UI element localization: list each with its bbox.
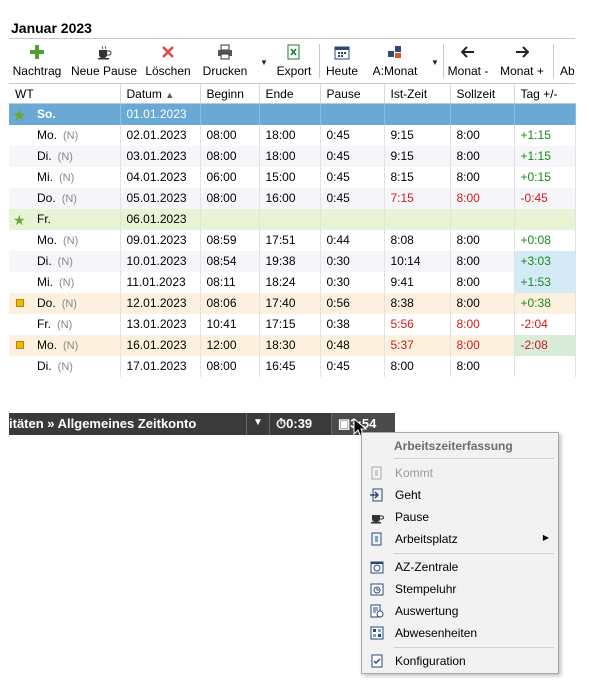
menu-separator xyxy=(394,458,554,459)
heute-button[interactable]: Heute xyxy=(324,42,360,80)
chevron-down-icon: ▼ xyxy=(253,417,263,428)
table-row[interactable]: Di. (N) 03.01.2023 08:00 18:00 0:45 9:15 8:00 +… xyxy=(9,145,576,167)
az-zentrale-icon xyxy=(369,559,385,575)
table-row[interactable]: Mo. (N) 09.01.2023 08:59 17:51 0:44 8:08 8:00 +… xyxy=(9,229,576,251)
menu-item-kommt: Kommt xyxy=(363,462,557,484)
menu-header: Arbeitszeiterfassung xyxy=(394,439,513,453)
door-exit-icon xyxy=(369,487,385,503)
loeschen-button[interactable]: Löschen xyxy=(142,42,194,80)
menu-item-pause[interactable]: Pause xyxy=(363,506,557,528)
table-header: WT Datum ▲ Beginn Ende Pause Ist-Zeit So… xyxy=(9,83,575,104)
context-menu: Arbeitszeiterfassung Kommt Geht Pause Ar… xyxy=(361,432,559,674)
nachtrag-label: Nachtrag xyxy=(12,64,62,78)
column-header-ende[interactable]: Ende xyxy=(259,83,321,104)
toolbar: Nachtrag Neue Pause Löschen Drucken ▼ Ex xyxy=(8,42,589,80)
menu-separator xyxy=(394,553,554,554)
column-header-pause[interactable]: Pause xyxy=(320,83,385,104)
neue-pause-label: Neue Pause xyxy=(70,64,138,78)
coffee-cup-icon xyxy=(96,42,112,62)
note-marker-icon xyxy=(16,298,24,307)
amonat-button[interactable]: A:Monat xyxy=(370,42,420,80)
table-row[interactable]: Di. (N) 17.01.2023 08:00 16:45 0:45 8:00 8:00 xyxy=(9,355,576,377)
table-row[interactable]: Mo. (N) 02.01.2023 08:00 18:00 0:45 9:15 8:00 +… xyxy=(9,124,576,146)
amonat-dropdown-arrow-icon[interactable]: ▼ xyxy=(431,58,439,67)
table-row[interactable]: Mi. (N) 11.01.2023 08:11 18:24 0:30 9:41 8:00 +… xyxy=(9,271,576,293)
arrow-left-icon xyxy=(461,42,475,62)
report-icon xyxy=(369,603,385,619)
stopwatch-icon: ⏱ xyxy=(276,416,287,431)
menu-item-az-zentrale[interactable]: AZ-Zentrale xyxy=(363,556,557,578)
excel-export-icon xyxy=(286,42,302,62)
holiday-star-icon: ★ xyxy=(13,107,26,123)
amonat-label: A:Monat xyxy=(372,64,418,78)
monat-plus-button[interactable]: Monat + xyxy=(498,42,546,80)
tray-bar: itäten » Allgemeines Zeitkonto ▼ ⏱0:39 ▣… xyxy=(9,413,395,435)
title-divider xyxy=(9,38,575,39)
sort-ascending-icon: ▲ xyxy=(165,89,175,100)
table-row[interactable]: Di. (N) 10.01.2023 08:54 19:38 0:30 10:14 8:00… xyxy=(9,250,576,272)
loeschen-label: Löschen xyxy=(145,64,191,78)
neue-pause-button[interactable]: Neue Pause xyxy=(70,42,138,80)
time-clock-icon xyxy=(369,581,385,597)
tray-dropdown-button[interactable]: ▼ xyxy=(246,413,268,435)
drucken-dropdown-arrow-icon[interactable]: ▼ xyxy=(260,58,268,67)
column-header-wt[interactable]: WT xyxy=(9,83,121,104)
calendar-icon xyxy=(334,42,350,62)
settings-checklist-icon xyxy=(369,653,385,669)
holiday-star-icon: ★ xyxy=(13,211,26,228)
table-row[interactable]: ★ Fr. 06.01.2023 xyxy=(9,208,576,230)
calendar-window: Januar 2023 Nachtrag Neue Pause Löschen … xyxy=(0,0,589,385)
table-row[interactable]: Do. (N) 05.01.2023 08:00 16:00 0:45 7:15 8:00-… xyxy=(9,187,576,209)
pause-timer-value: 0:39 xyxy=(286,416,313,431)
printer-icon xyxy=(217,42,233,62)
time-tracking-icon: ▣ xyxy=(338,416,351,431)
export-button[interactable]: Export xyxy=(273,42,315,80)
menu-item-abwesenheiten[interactable]: Abwesenheiten xyxy=(363,622,557,644)
column-header-ist-zeit[interactable]: Ist-Zeit xyxy=(384,83,451,104)
menu-item-auswertung[interactable]: Auswertung xyxy=(363,600,557,622)
toolbar-separator-2 xyxy=(443,44,444,78)
toolbar-separator-3 xyxy=(553,44,554,78)
toolbar-separator xyxy=(319,44,320,78)
absence-calendar-icon xyxy=(369,625,385,641)
column-header-beginn[interactable]: Beginn xyxy=(200,83,260,104)
ab-label: Ab xyxy=(560,64,575,78)
monat-minus-button[interactable]: Monat - xyxy=(445,42,491,80)
ab-button[interactable]: Ab xyxy=(560,42,589,80)
column-header-datum[interactable]: Datum ▲ xyxy=(120,83,201,104)
drucken-button[interactable]: Drucken xyxy=(200,42,250,80)
table-row[interactable]: Mi. (N) 04.01.2023 06:00 15:00 0:45 8:15 8:00 +… xyxy=(9,166,576,188)
time-table: WT Datum ▲ Beginn Ende Pause Ist-Zeit So… xyxy=(9,83,576,377)
table-row[interactable]: Do. (N) 12.01.2023 08:06 17:40 0:56 8:38 8:00 +… xyxy=(9,292,576,314)
menu-item-arbeitsplatz[interactable]: Arbeitsplatz ▶ xyxy=(363,528,557,550)
pause-timer-button[interactable]: ⏱0:39 xyxy=(269,413,327,435)
monat-plus-label: Monat + xyxy=(500,64,544,78)
table-row[interactable]: Mo. (N) 16.01.2023 12:00 18:30 0:48 5:37 8:00-… xyxy=(9,334,576,356)
page-title: Januar 2023 xyxy=(11,20,92,36)
table-row[interactable]: ★ So. 01.01.2023 xyxy=(9,103,576,125)
coffee-cup-icon xyxy=(369,509,385,525)
monat-minus-label: Monat - xyxy=(447,64,489,78)
nachtrag-button[interactable]: Nachtrag xyxy=(8,42,66,80)
menu-item-konfiguration[interactable]: Konfiguration xyxy=(363,650,557,672)
drucken-label: Drucken xyxy=(202,64,248,78)
arrow-right-icon xyxy=(515,42,529,62)
heute-label: Heute xyxy=(325,64,359,78)
door-enter-icon xyxy=(369,465,385,481)
submenu-arrow-icon: ▶ xyxy=(542,533,549,542)
month-view-icon xyxy=(387,42,403,62)
column-header-tag[interactable]: Tag +/- xyxy=(514,83,575,104)
table-row[interactable]: Fr. (N) 13.01.2023 10:41 17:15 0:38 5:56 8:00-… xyxy=(9,313,576,335)
menu-separator xyxy=(394,647,554,648)
delete-x-icon xyxy=(161,42,175,62)
menu-item-geht[interactable]: Geht xyxy=(363,484,557,506)
menu-item-stempeluhr[interactable]: Stempeluhr xyxy=(363,578,557,600)
export-label: Export xyxy=(276,64,312,78)
column-header-sollzeit[interactable]: Sollzeit xyxy=(450,83,515,104)
plus-icon xyxy=(29,42,45,62)
workplace-icon xyxy=(369,531,385,547)
note-marker-icon xyxy=(16,340,24,349)
account-breadcrumb[interactable]: itäten » Allgemeines Zeitkonto xyxy=(9,416,196,431)
